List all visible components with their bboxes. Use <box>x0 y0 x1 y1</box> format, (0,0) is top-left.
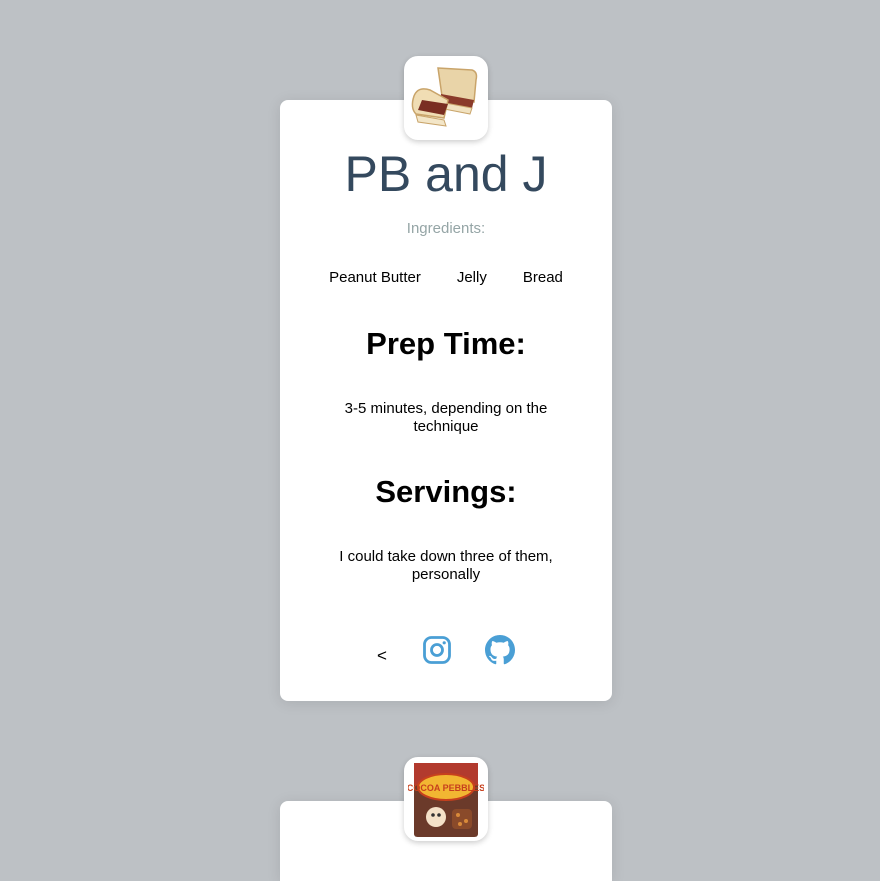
prep-time-text: 3-5 minutes, depending on the technique <box>344 400 548 435</box>
servings-heading: Servings: <box>375 474 517 509</box>
recipe-card: COCOA PEBBLES <box>280 757 612 881</box>
instagram-icon <box>423 636 451 664</box>
ingredients-label: Ingredients: <box>406 220 486 237</box>
servings-text: I could take down three of them, persona… <box>339 548 553 583</box>
cereal-logo-text: COCOA PEBBLES <box>408 783 484 793</box>
back-button[interactable]: < <box>377 646 387 666</box>
card-footer: < <box>280 635 612 667</box>
instagram-link[interactable] <box>422 635 452 665</box>
recipe-title: PB and J <box>344 146 548 202</box>
github-link[interactable] <box>485 635 515 665</box>
sandwich-image <box>408 60 484 136</box>
ingredient-item: Peanut Butter <box>329 269 421 286</box>
ingredient-item: Bread <box>522 269 563 286</box>
recipe-card: PB and J Ingredients: Peanut Butter Jell… <box>280 56 612 701</box>
prep-time-heading: Prep Time: <box>366 326 526 361</box>
ingredient-item: Jelly <box>456 269 487 286</box>
github-icon <box>485 635 515 665</box>
recipe-image: COCOA PEBBLES <box>404 757 488 841</box>
recipe-image <box>404 56 488 140</box>
ingredient-list: Peanut Butter Jelly Bread <box>280 269 612 286</box>
cereal-box-image: COCOA PEBBLES <box>408 761 484 837</box>
